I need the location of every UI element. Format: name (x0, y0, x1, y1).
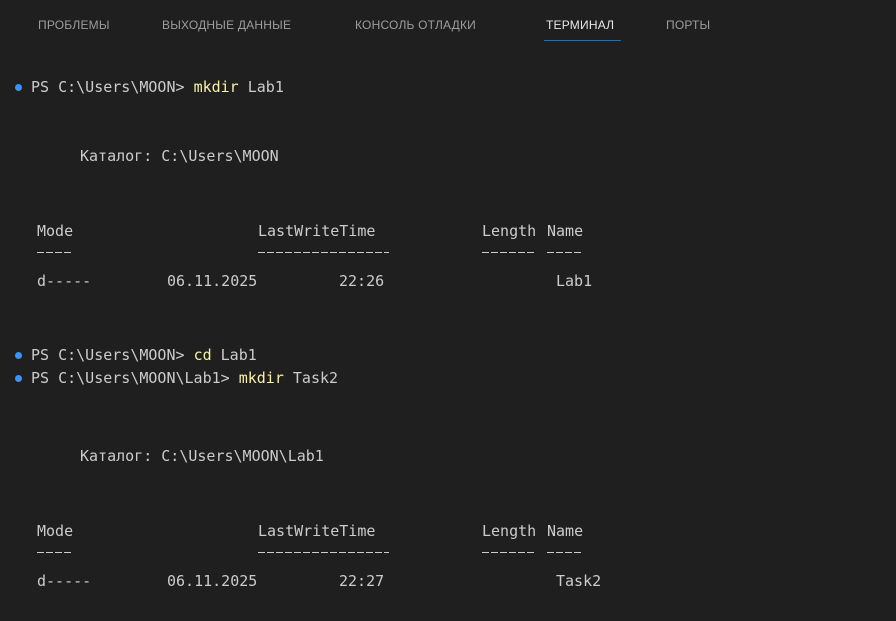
terminal-command-line: PS C:\Users\MOON> cd Lab1 (0, 344, 257, 366)
separator-lastwritetime (258, 252, 389, 253)
column-header-mode: Mode (37, 522, 74, 540)
listing-separator-row (0, 242, 583, 264)
tab-ports[interactable]: ПОРТЫ (666, 18, 710, 32)
command-name: mkdir (238, 369, 284, 387)
listing-header-row: Mode LastWriteTime Length Name (0, 220, 583, 242)
column-header-lastwritetime: LastWriteTime (258, 522, 376, 540)
terminal-command-line: PS C:\Users\MOON\Lab1> mkdir Task2 (0, 367, 338, 389)
command-name: mkdir (193, 78, 239, 96)
separator-lastwritetime (258, 552, 389, 553)
row-name: Task2 (556, 572, 602, 590)
separator-mode (37, 552, 73, 553)
prompt: PS C:\Users\MOON> (31, 346, 194, 364)
separator-name (547, 252, 583, 253)
column-header-name: Name (547, 522, 584, 540)
command-args: Task2 (283, 369, 339, 387)
column-header-mode: Mode (37, 222, 74, 240)
row-mode: d----- (37, 572, 92, 590)
tab-output[interactable]: ВЫХОДНЫЕ ДАННЫЕ (162, 18, 291, 32)
prompt: PS C:\Users\MOON> (31, 78, 194, 96)
directory-line: Каталог: C:\Users\MOON\Lab1 (0, 445, 324, 467)
command-status-dot-icon[interactable] (15, 84, 22, 91)
panel-tab-bar: ПРОБЛЕМЫ ВЫХОДНЫЕ ДАННЫЕ КОНСОЛЬ ОТЛАДКИ… (0, 0, 896, 44)
command-status-dot-icon[interactable] (15, 352, 22, 359)
row-time: 22:27 (339, 572, 385, 590)
directory-line: Каталог: C:\Users\MOON (0, 145, 279, 167)
command-name: cd (193, 346, 212, 364)
row-date: 06.11.2025 (167, 272, 258, 290)
command-status-dot-icon[interactable] (15, 375, 22, 382)
tab-terminal[interactable]: ТЕРМИНАЛ (546, 18, 614, 32)
row-date: 06.11.2025 (167, 572, 258, 590)
directory-path: Каталог: C:\Users\MOON (80, 147, 279, 165)
listing-separator-row (0, 542, 583, 564)
command-args: Lab1 (238, 78, 284, 96)
listing-header-row: Mode LastWriteTime Length Name (0, 520, 583, 542)
command-args: Lab1 (211, 346, 257, 364)
column-header-name: Name (547, 222, 584, 240)
active-tab-indicator (544, 40, 621, 41)
prompt: PS C:\Users\MOON\Lab1> (31, 369, 239, 387)
separator-length (482, 552, 536, 553)
separator-length (482, 252, 536, 253)
terminal-output[interactable]: PS C:\Users\MOON> mkdir Lab1 Каталог: C:… (0, 44, 896, 621)
listing-row: d----- 06.11.2025 22:27 Task2 (0, 570, 601, 592)
row-name: Lab1 (556, 272, 593, 290)
tab-problems[interactable]: ПРОБЛЕМЫ (38, 18, 110, 32)
listing-row: d----- 06.11.2025 22:26 Lab1 (0, 270, 592, 292)
row-time: 22:26 (339, 272, 385, 290)
tab-debug-console[interactable]: КОНСОЛЬ ОТЛАДКИ (355, 18, 476, 32)
column-header-lastwritetime: LastWriteTime (258, 222, 376, 240)
column-header-length: Length (482, 522, 537, 540)
directory-path: Каталог: C:\Users\MOON\Lab1 (80, 447, 324, 465)
terminal-command-line: PS C:\Users\MOON> mkdir Lab1 (0, 76, 284, 98)
separator-name (547, 552, 583, 553)
separator-mode (37, 252, 73, 253)
column-header-length: Length (482, 222, 537, 240)
row-mode: d----- (37, 272, 92, 290)
